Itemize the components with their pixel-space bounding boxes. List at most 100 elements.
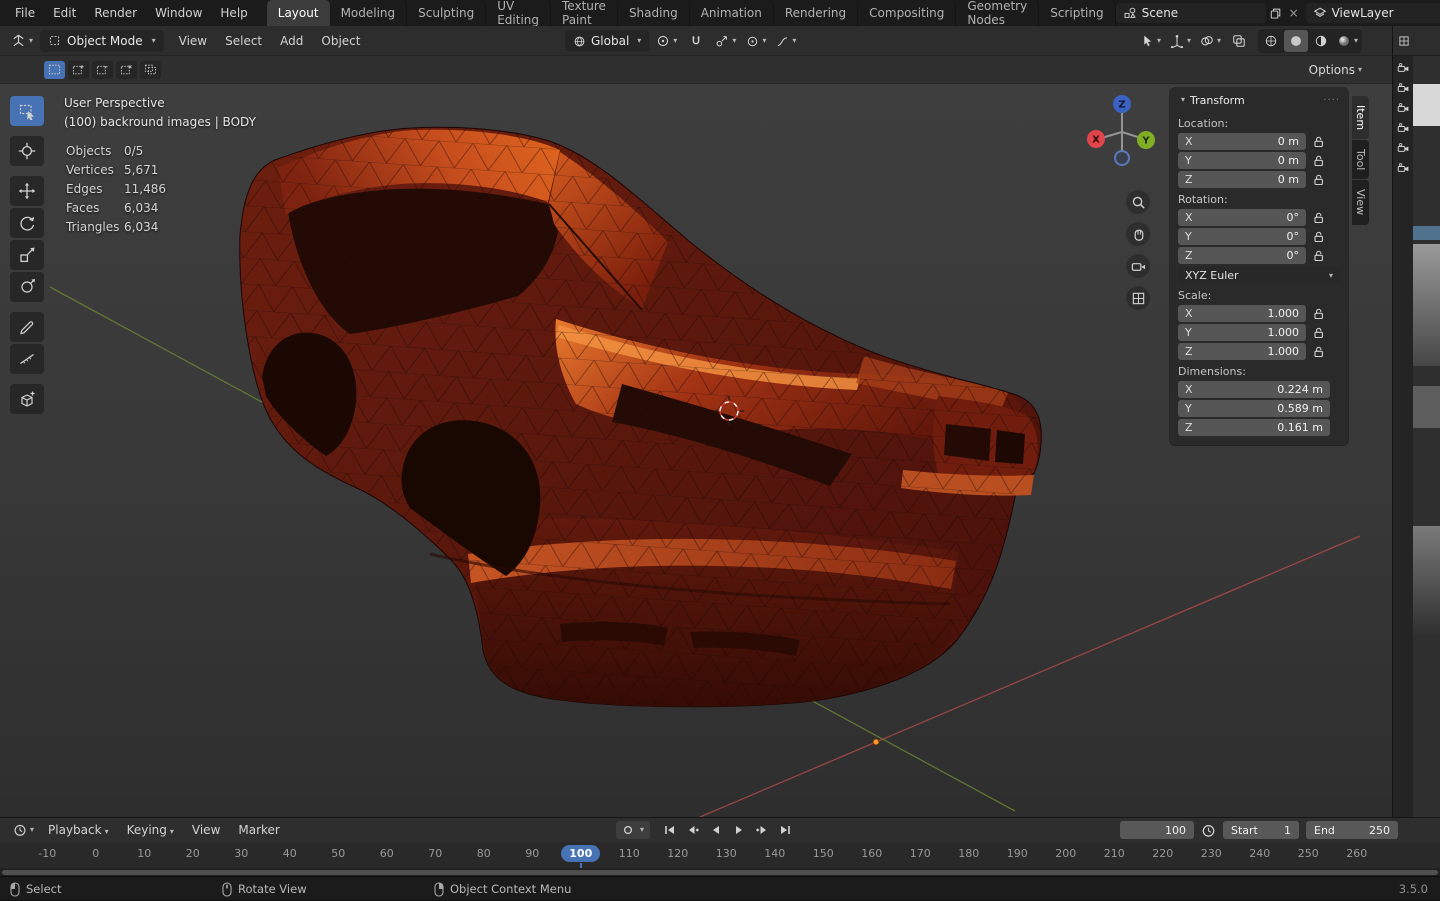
use-preview-range-icon[interactable] bbox=[1201, 823, 1216, 838]
proportional-edit-button[interactable]: ▾ bbox=[743, 30, 769, 52]
workspace-tab[interactable]: Sculpting bbox=[407, 0, 487, 26]
current-frame-field[interactable]: 100 bbox=[1120, 821, 1194, 839]
frame-tick[interactable]: 230 bbox=[1187, 842, 1236, 860]
options-dropdown[interactable]: Options ▾ bbox=[1309, 63, 1362, 77]
viewlayer-field[interactable]: ViewLayer bbox=[1305, 3, 1440, 23]
falloff-button[interactable]: ▾ bbox=[773, 30, 799, 52]
prev-keyframe-button[interactable] bbox=[684, 821, 702, 839]
viewport-menu-item[interactable]: Select bbox=[216, 31, 271, 51]
unlink-scene-button[interactable]: × bbox=[1286, 5, 1302, 21]
mode-dropdown[interactable]: Object Mode ▾ bbox=[40, 29, 164, 52]
timeline-ruler[interactable]: -10 0 10 20 30 40 50 60 70 80 90 100 110 120 130 140 150… bbox=[0, 842, 1440, 878]
frame-tick[interactable]: 200 bbox=[1042, 842, 1091, 860]
location-value-field[interactable]: Y 0 m bbox=[1178, 152, 1306, 169]
location-value-field[interactable]: Z 0 m bbox=[1178, 171, 1306, 188]
frame-tick[interactable]: -10 bbox=[23, 842, 72, 860]
lock-icon[interactable] bbox=[1313, 327, 1325, 339]
lock-icon[interactable] bbox=[1313, 155, 1325, 167]
frame-tick[interactable]: 220 bbox=[1139, 842, 1188, 860]
frame-tick[interactable]: 150 bbox=[799, 842, 848, 860]
frame-tick[interactable]: 260 bbox=[1333, 842, 1382, 860]
frame-tick[interactable]: 30 bbox=[217, 842, 266, 860]
frame-tick[interactable]: 120 bbox=[654, 842, 703, 860]
auto-keying-button[interactable]: ▾ bbox=[616, 821, 651, 839]
menubar-item[interactable]: Window bbox=[146, 3, 211, 23]
tool-transform[interactable] bbox=[10, 272, 44, 302]
frame-tick[interactable]: 180 bbox=[945, 842, 994, 860]
workspace-tab[interactable]: Modeling bbox=[330, 0, 408, 26]
start-frame-field[interactable]: Start 1 bbox=[1223, 821, 1299, 839]
frame-tick[interactable]: 80 bbox=[460, 842, 509, 860]
frame-tick[interactable]: 70 bbox=[411, 842, 460, 860]
shading-rendered-button[interactable]: ▾ bbox=[1334, 30, 1361, 52]
playback-menu[interactable]: Playback ▾ bbox=[39, 820, 118, 840]
select-mode-set-button[interactable] bbox=[44, 60, 65, 79]
frame-tick[interactable]: 190 bbox=[993, 842, 1042, 860]
tool-select-box[interactable] bbox=[10, 96, 44, 126]
tool-rotate[interactable] bbox=[10, 208, 44, 238]
lock-icon[interactable] bbox=[1313, 136, 1325, 148]
frame-tick[interactable]: 130 bbox=[702, 842, 751, 860]
frame-tick[interactable]: 40 bbox=[266, 842, 315, 860]
editor-type-button[interactable]: ▾ bbox=[6, 31, 38, 50]
lock-icon[interactable] bbox=[1313, 212, 1325, 224]
snap-toggle-button[interactable] bbox=[684, 30, 708, 52]
viewport-menu-item[interactable]: Add bbox=[271, 31, 312, 51]
workspace-tab[interactable]: Rendering bbox=[774, 0, 859, 26]
snap-target-button[interactable]: ▾ bbox=[712, 30, 739, 52]
frame-tick[interactable]: 170 bbox=[896, 842, 945, 860]
new-scene-button[interactable] bbox=[1268, 5, 1284, 21]
camera-view-button[interactable] bbox=[1126, 254, 1150, 278]
select-mode-subtract-button[interactable] bbox=[92, 60, 113, 79]
workspace-tab[interactable]: Scripting bbox=[1039, 0, 1116, 26]
transform-panel-header[interactable]: ▾ Transform ···· bbox=[1170, 88, 1348, 112]
camera-icon[interactable] bbox=[1397, 162, 1410, 175]
camera-icon[interactable] bbox=[1397, 122, 1410, 135]
frame-tick[interactable]: 210 bbox=[1090, 842, 1139, 860]
transform-orientation-dropdown[interactable]: Global ▾ bbox=[565, 30, 650, 52]
frame-tick[interactable]: 240 bbox=[1236, 842, 1285, 860]
panel-drag-handle-icon[interactable]: ···· bbox=[1323, 95, 1340, 106]
tool-add-cube[interactable] bbox=[10, 384, 44, 414]
keying-menu[interactable]: Keying ▾ bbox=[118, 820, 183, 840]
rotation-value-field[interactable]: Y 0° bbox=[1178, 228, 1306, 245]
sidebar-tab[interactable]: Item bbox=[1352, 96, 1369, 140]
pan-button[interactable] bbox=[1126, 222, 1150, 246]
camera-icon[interactable] bbox=[1397, 62, 1410, 75]
frame-tick[interactable]: 60 bbox=[363, 842, 412, 860]
tool-annotate[interactable] bbox=[10, 312, 44, 342]
rotation-value-field[interactable]: X 0° bbox=[1178, 209, 1306, 226]
dimension-value-field[interactable]: Z 0.161 m bbox=[1178, 419, 1330, 436]
workspace-tab[interactable]: UV Editing bbox=[486, 0, 551, 27]
jump-to-end-button[interactable] bbox=[776, 821, 794, 839]
frame-tick[interactable]: 20 bbox=[169, 842, 218, 860]
workspace-tab[interactable]: Geometry Nodes bbox=[956, 0, 1040, 27]
viewport-menu-item[interactable]: Object bbox=[312, 31, 369, 51]
frame-tick[interactable]: 140 bbox=[751, 842, 800, 860]
camera-icon[interactable] bbox=[1397, 102, 1410, 115]
select-mode-extend-button[interactable] bbox=[68, 60, 89, 79]
menubar-item[interactable]: File bbox=[6, 3, 44, 23]
dimension-value-field[interactable]: X 0.224 m bbox=[1178, 381, 1330, 398]
scene-field[interactable]: Scene bbox=[1115, 3, 1266, 23]
frame-tick[interactable]: 250 bbox=[1284, 842, 1333, 860]
marker-menu[interactable]: Marker bbox=[229, 820, 288, 840]
lock-icon[interactable] bbox=[1313, 308, 1325, 320]
timeline-editor-type-button[interactable]: ▾ bbox=[8, 821, 39, 839]
lock-icon[interactable] bbox=[1313, 231, 1325, 243]
dimension-value-field[interactable]: Y 0.589 m bbox=[1178, 400, 1330, 417]
scale-value-field[interactable]: X 1.000 bbox=[1178, 305, 1306, 322]
selectability-button[interactable]: ▾ bbox=[1138, 30, 1164, 52]
next-keyframe-button[interactable] bbox=[753, 821, 771, 839]
frame-tick[interactable]: 160 bbox=[848, 842, 897, 860]
shading-material-button[interactable] bbox=[1309, 30, 1333, 52]
tool-measure[interactable] bbox=[10, 344, 44, 374]
frame-tick[interactable]: 10 bbox=[120, 842, 169, 860]
workspace-tab[interactable]: Animation bbox=[690, 0, 774, 26]
workspace-tab[interactable]: Shading bbox=[618, 0, 690, 26]
pivot-point-button[interactable]: ▾ bbox=[653, 30, 680, 52]
play-reverse-button[interactable] bbox=[707, 821, 725, 839]
rotation-mode-dropdown[interactable]: XYZ Euler ▾ bbox=[1178, 267, 1340, 284]
tool-cursor[interactable] bbox=[10, 136, 44, 166]
zoom-button[interactable] bbox=[1126, 190, 1150, 214]
